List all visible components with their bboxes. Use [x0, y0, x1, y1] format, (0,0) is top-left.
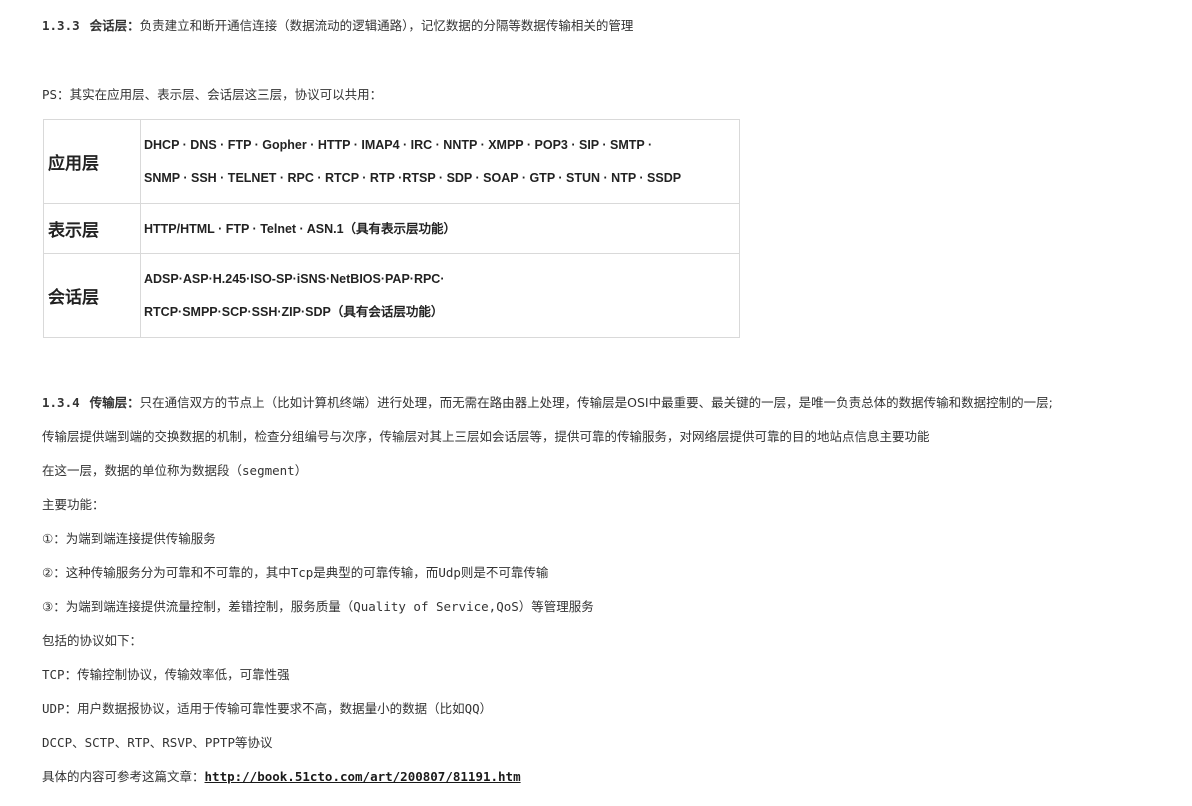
data-unit-prefix: 在这一层，数据的单位称为数据段（ — [42, 463, 243, 478]
layer-protocols-cell: HTTP/HTML · FTP · Telnet · ASN.1（具有表示层功能… — [140, 203, 740, 254]
data-unit-term: segment — [242, 463, 295, 478]
reference-link[interactable]: http://book.51cto.com/art/200807/81191.h… — [205, 769, 521, 784]
ps-text: 其实在应用层、表示层、会话层这三层，协议可以共用： — [69, 87, 383, 102]
section-title: 传输层： — [89, 395, 140, 410]
section-number: 1.3.4 — [42, 395, 80, 410]
function-item-2: ②：这种传输服务分为可靠和不可靠的，其中Tcp是典型的可靠传输，而Udp则是不可… — [42, 564, 548, 582]
layer-name-cell: 会话层 — [43, 253, 141, 338]
protocols-heading: 包括的协议如下： — [42, 633, 143, 648]
tcp-line: TCP：传输控制协议，传输效率低，可靠性强 — [42, 666, 290, 684]
data-unit-line: 在这一层，数据的单位称为数据段（segment） — [42, 462, 307, 480]
protocols-line: RTCP·SMPP·SCP·SSH·ZIP·SDP（具有会话层功能） — [144, 305, 444, 319]
protocol-layer-table: 应用层 DHCP · DNS · FTP · Gopher · HTTP · I… — [43, 119, 740, 338]
section-1-3-3-line: 1.3.3 会话层：负责建立和断开通信连接（数据流动的逻辑通路），记忆数据的分隔… — [42, 17, 633, 35]
udp-line: UDP：用户数据报协议，适用于传输可靠性要求不高，数据量小的数据（比如QQ） — [42, 700, 492, 718]
function-text: ②：这种传输服务分为可靠和不可靠的，其中 — [42, 565, 291, 580]
protocols-line: SNMP · SSH · TELNET · RPC · RTCP · RTP ·… — [144, 171, 682, 185]
function-item-1: ①：为端到端连接提供传输服务 — [42, 531, 216, 546]
layer-protocols-cell: ADSP·ASP·H.245·ISO-SP·iSNS·NetBIOS·PAP·R… — [140, 253, 740, 338]
paragraph: 传输层提供端到端的交换数据的机制，检查分组编号与次序，传输层对其上三层如会话层等… — [42, 429, 930, 444]
data-unit-suffix: ） — [294, 463, 308, 478]
udp-description: ：用户数据报协议，适用于传输可靠性要求不高，数据量小的数据（比如 — [64, 701, 465, 716]
functions-heading: 主要功能： — [42, 497, 105, 512]
function-text: ）等管理服务 — [518, 599, 594, 614]
function-text: 则是不可靠传输 — [460, 565, 549, 580]
section-description: 负责建立和断开通信连接（数据流动的逻辑通路），记忆数据的分隔等数据传输相关的管理 — [139, 18, 634, 33]
reference-text: 具体的内容可参考这篇文章： — [42, 769, 205, 784]
section-number: 1.3.3 — [42, 18, 80, 33]
reference-line: 具体的内容可参考这篇文章：http://book.51cto.com/art/2… — [42, 768, 521, 786]
table-row: 会话层 ADSP·ASP·H.245·ISO-SP·iSNS·NetBIOS·P… — [43, 253, 740, 338]
section-1-3-4-line: 1.3.4 传输层：只在通信双方的节点上（比如计算机终端）进行处理，而无需在路由… — [42, 394, 1053, 412]
table-row: 表示层 HTTP/HTML · FTP · Telnet · ASN.1（具有表… — [43, 203, 740, 254]
layer-name-cell: 表示层 — [43, 203, 141, 254]
udp-term: Udp — [438, 565, 461, 580]
protocols-line: HTTP/HTML · FTP · Telnet · ASN.1（具有表示层功能… — [144, 221, 457, 236]
qq-term: QQ — [464, 701, 480, 716]
section-description: 只在通信双方的节点上（比如计算机终端）进行处理，而无需在路由器上处理，传输层是O… — [139, 395, 1053, 410]
tcp-term: Tcp — [290, 565, 314, 580]
other-protocols-suffix: 等协议 — [235, 735, 273, 750]
tcp-label: TCP — [42, 667, 65, 682]
function-item-3: ③：为端到端连接提供流量控制，差错控制，服务质量（Quality of Serv… — [42, 598, 594, 616]
protocols-line: DHCP · DNS · FTP · Gopher · HTTP · IMAP4… — [144, 138, 653, 152]
protocols-line: ADSP·ASP·H.245·ISO-SP·iSNS·NetBIOS·PAP·R… — [144, 272, 445, 286]
udp-description-end: ） — [479, 701, 493, 716]
other-protocols-list: DCCP、SCTP、RTP、RSVP、PPTP — [42, 735, 235, 750]
layer-name-cell: 应用层 — [43, 119, 141, 204]
function-text: 是典型的可靠传输，而 — [313, 565, 439, 580]
table-row: 应用层 DHCP · DNS · FTP · Gopher · HTTP · I… — [43, 119, 740, 204]
function-text: ③：为端到端连接提供流量控制，差错控制，服务质量（ — [42, 599, 354, 614]
other-protocols-line: DCCP、SCTP、RTP、RSVP、PPTP等协议 — [42, 734, 273, 752]
qos-term: Quality of Service,QoS — [353, 599, 519, 614]
udp-label: UDP — [42, 701, 65, 716]
tcp-description: ：传输控制协议，传输效率低，可靠性强 — [64, 667, 290, 682]
section-title: 会话层： — [89, 18, 140, 33]
layer-protocols-cell: DHCP · DNS · FTP · Gopher · HTTP · IMAP4… — [140, 119, 740, 204]
ps-prefix: PS： — [42, 87, 70, 102]
ps-note: PS：其实在应用层、表示层、会话层这三层，协议可以共用： — [42, 86, 382, 104]
